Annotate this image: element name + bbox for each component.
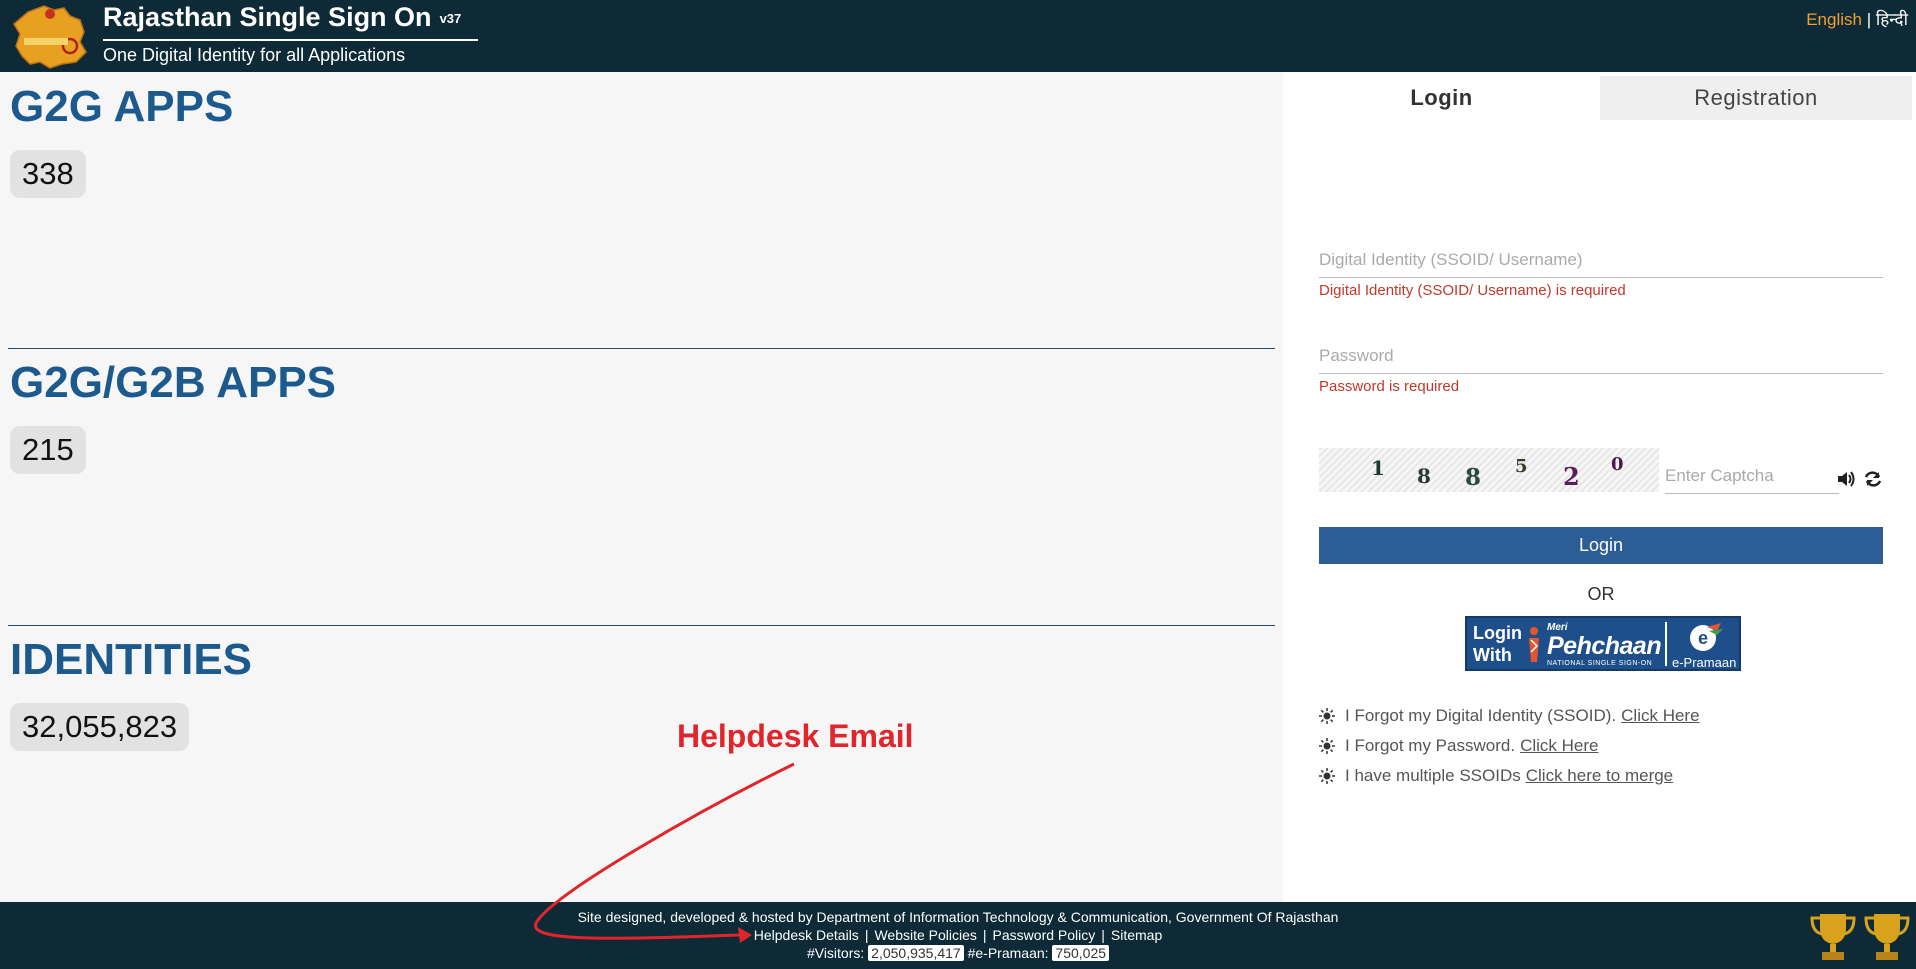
pehchaan-epramaan-label: e-Pramaan	[1672, 655, 1737, 670]
merge-ssoid-text: I have multiple SSOIDs	[1345, 766, 1521, 785]
username-field	[1319, 242, 1883, 278]
footer-counters: #Visitors: 2,050,935,417 #e-Pramaan: 750…	[0, 945, 1916, 961]
tab-login[interactable]: Login	[1283, 76, 1600, 120]
merge-ssoid-link[interactable]: Click here to merge	[1526, 766, 1673, 786]
pehchaan-tagline: NATIONAL SINGLE SIGN-ON	[1547, 660, 1653, 667]
stat-count-g2g: 338	[10, 150, 86, 198]
visitors-label: #Visitors:	[806, 945, 865, 961]
stat-count-identities: 32,055,823	[10, 703, 190, 751]
pehchaan-separator	[1665, 622, 1667, 666]
svg-text:e: e	[1698, 628, 1708, 648]
epramaan-label: #e-Pramaan:	[967, 945, 1049, 961]
pehchaan-figure-icon	[1529, 627, 1539, 662]
login-button[interactable]: Login	[1319, 527, 1883, 564]
app-title: Rajasthan Single Sign On v37	[103, 2, 462, 32]
login-panel: Login Registration Digital Identity (SSO…	[1283, 72, 1916, 902]
forgot-password-text: I Forgot my Password.	[1345, 736, 1516, 755]
footer: Site designed, developed & hosted by Dep…	[0, 902, 1916, 969]
website-policies-link[interactable]: Website Policies	[874, 927, 976, 943]
lang-hindi-link[interactable]: हिन्दी	[1876, 10, 1908, 29]
captcha-digit: 1	[1371, 456, 1385, 480]
section-divider	[8, 625, 1275, 626]
title-underline	[103, 39, 478, 41]
lang-english-link[interactable]: English	[1806, 10, 1862, 29]
forgot-password-row: I Forgot my Password. Click Here	[1319, 736, 1598, 756]
captcha-digit: 8	[1465, 464, 1482, 491]
captcha-image: 1 8 8 5 2 0	[1319, 448, 1659, 492]
sitemap-link[interactable]: Sitemap	[1111, 927, 1162, 943]
epramaan-count: 750,025	[1052, 945, 1110, 961]
captcha-field	[1665, 458, 1839, 494]
trophy-icon[interactable]	[1808, 910, 1858, 962]
password-field	[1319, 338, 1883, 374]
stat-title-g2g-g2b: G2G/G2B APPS	[10, 358, 337, 407]
captcha-digit: 5	[1515, 456, 1528, 477]
forgot-ssoid-link[interactable]: Click Here	[1621, 706, 1699, 726]
speaker-icon[interactable]	[1836, 469, 1856, 489]
visitors-count: 2,050,935,417	[868, 945, 964, 961]
captcha-digit: 8	[1417, 464, 1431, 488]
stat-count-g2g-g2b: 215	[10, 426, 86, 474]
version-label: v37	[439, 11, 462, 27]
password-policy-link[interactable]: Password Policy	[993, 927, 1096, 943]
helpdesk-details-link[interactable]: Helpdesk Details	[754, 927, 859, 943]
login-with-meri-pehchaan-button[interactable]: Login With Meri Pehchaan NATIONAL SINGLE …	[1465, 616, 1741, 671]
forgot-ssoid-text: I Forgot my Digital Identity (SSOID).	[1345, 706, 1617, 725]
app-subtitle: One Digital Identity for all Application…	[103, 45, 406, 65]
or-divider-text: OR	[1587, 584, 1615, 604]
annotation-label: Helpdesk Email	[677, 718, 914, 754]
section-divider	[8, 348, 1275, 349]
stat-title-g2g: G2G APPS	[10, 82, 234, 131]
trophy-icon[interactable]	[1862, 910, 1912, 962]
stat-title-identities: IDENTITIES	[10, 635, 253, 684]
top-header: Rajasthan Single Sign On v37 One Digital …	[0, 0, 1916, 72]
captcha-input[interactable]	[1665, 458, 1839, 493]
username-input[interactable]	[1319, 242, 1883, 277]
e-pramaan-logo-icon: e	[1690, 623, 1723, 651]
captcha-digit: 0	[1611, 454, 1624, 475]
rajasthan-logo-icon[interactable]	[10, 2, 90, 70]
pehchaan-login-with: Login With	[1473, 623, 1522, 665]
lang-separator: |	[1866, 10, 1872, 29]
bullet-sun-icon	[1319, 738, 1335, 754]
forgot-ssoid-row: I Forgot my Digital Identity (SSOID). Cl…	[1319, 706, 1700, 726]
forgot-password-link[interactable]: Click Here	[1520, 736, 1598, 756]
captcha-digit: 2	[1563, 462, 1580, 491]
password-error: Password is required	[1319, 378, 1460, 395]
tab-registration[interactable]: Registration	[1600, 76, 1912, 120]
pehchaan-name: Pehchaan	[1547, 632, 1662, 660]
language-switcher: English | हिन्दी	[1806, 7, 1908, 30]
refresh-icon[interactable]	[1863, 469, 1883, 489]
password-input[interactable]	[1319, 338, 1883, 373]
merge-ssoid-row: I have multiple SSOIDs Click here to mer…	[1319, 766, 1673, 786]
username-error: Digital Identity (SSOID/ Username) is re…	[1319, 282, 1626, 299]
footer-credit: Site designed, developed & hosted by Dep…	[577, 909, 1339, 925]
bullet-sun-icon	[1319, 708, 1335, 724]
bullet-sun-icon	[1319, 768, 1335, 784]
footer-links: Helpdesk Details | Website Policies | Passwo…	[753, 927, 1163, 943]
